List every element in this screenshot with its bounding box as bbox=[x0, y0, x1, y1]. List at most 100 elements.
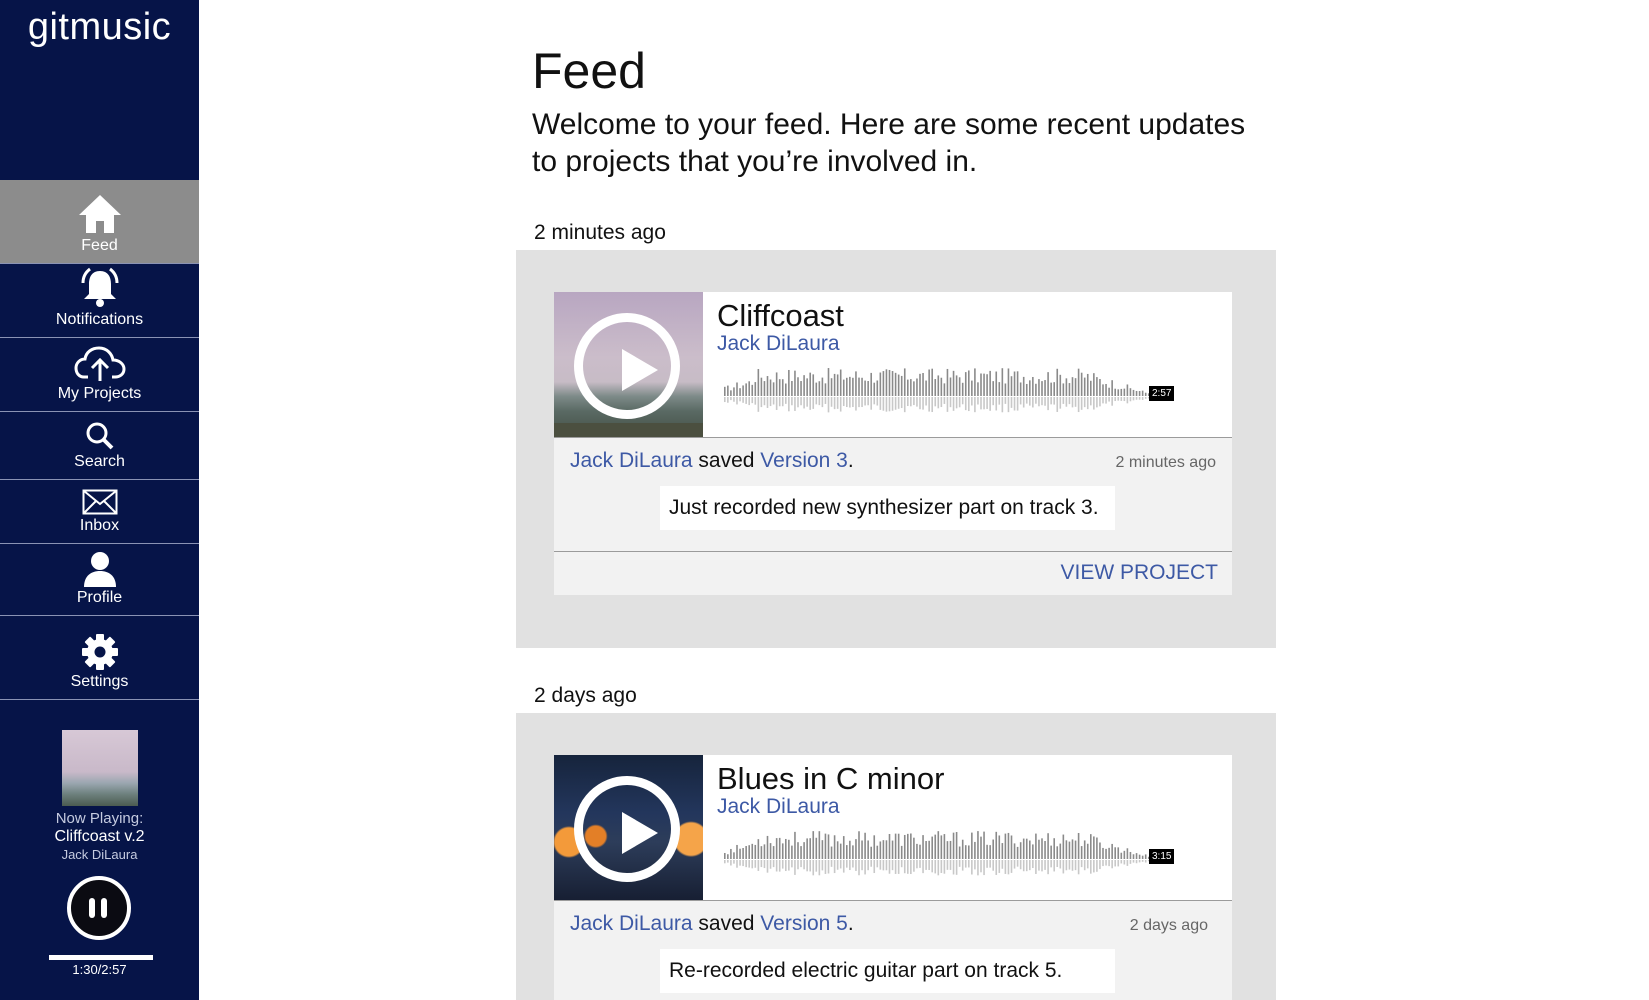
waveform-bar bbox=[846, 377, 848, 396]
waveform-bar bbox=[1111, 380, 1113, 396]
sidebar-item-notifications[interactable]: Notifications bbox=[0, 264, 199, 338]
play-button[interactable] bbox=[574, 313, 680, 419]
waveform-bar bbox=[781, 843, 784, 859]
waveform-bar bbox=[775, 838, 778, 859]
user-link[interactable]: Jack DiLaura bbox=[570, 449, 693, 472]
waveform-bar bbox=[952, 370, 955, 396]
waveform-bar-reflection bbox=[873, 397, 876, 405]
waveform-bar bbox=[1132, 854, 1135, 859]
waveform-bar bbox=[1053, 382, 1055, 396]
waveform-bar bbox=[998, 835, 1001, 859]
waveform-bar bbox=[788, 369, 790, 396]
feed-entry: Cliffcoast Jack DiLaura 2:57 Jack DiLaur… bbox=[516, 250, 1276, 648]
waveform-bar-reflection bbox=[824, 397, 827, 404]
waveform-bar-reflection bbox=[824, 860, 827, 874]
sidebar-item-my-projects[interactable]: My Projects bbox=[0, 338, 199, 412]
waveform-bar-reflection bbox=[992, 397, 994, 406]
waveform[interactable] bbox=[724, 825, 1182, 885]
waveform-bar-reflection bbox=[983, 860, 985, 876]
version-link[interactable]: Version 5 bbox=[760, 912, 848, 935]
waveform-bar-reflection bbox=[1065, 397, 1068, 407]
waveform-bar-reflection bbox=[934, 860, 937, 874]
waveform-bar-reflection bbox=[949, 860, 952, 870]
waveform-bar bbox=[864, 380, 866, 396]
waveform-bar bbox=[769, 843, 772, 859]
waveform-bar-reflection bbox=[873, 860, 876, 874]
waveform-bar-reflection bbox=[974, 860, 976, 870]
waveform-bar bbox=[827, 368, 830, 396]
waveform-bar bbox=[1083, 377, 1086, 396]
waveform-bar bbox=[931, 836, 933, 859]
waveform-bar-reflection bbox=[727, 860, 729, 863]
waveform-bar bbox=[739, 388, 741, 396]
waveform-bar bbox=[1007, 368, 1010, 396]
waveform-bar bbox=[1093, 836, 1095, 859]
waveform-bar bbox=[1062, 383, 1065, 396]
waveform-bar bbox=[913, 837, 915, 859]
sidebar-item-inbox[interactable]: Inbox bbox=[0, 480, 199, 544]
waveform-bar bbox=[861, 840, 863, 859]
view-project-link[interactable]: VIEW PROJECT bbox=[1060, 561, 1218, 585]
waveform-bar bbox=[730, 390, 732, 396]
waveform-bar bbox=[910, 833, 912, 859]
sidebar-item-feed[interactable]: Feed bbox=[0, 180, 199, 264]
waveform-bar-reflection bbox=[778, 397, 781, 407]
waveform-bar-reflection bbox=[775, 397, 778, 410]
sidebar-item-label: Feed bbox=[81, 237, 118, 254]
waveform-bar bbox=[1132, 389, 1135, 396]
waveform-bar bbox=[1050, 382, 1052, 396]
waveform-bar bbox=[806, 838, 808, 859]
sidebar-item-label: Settings bbox=[70, 673, 129, 690]
waveform-bar-reflection bbox=[870, 860, 872, 867]
waveform-bar bbox=[1144, 392, 1147, 396]
waveform-bar bbox=[1056, 846, 1059, 859]
waveform-bar bbox=[724, 852, 726, 859]
waveform-bar bbox=[797, 842, 799, 859]
user-link[interactable]: Jack DiLaura bbox=[570, 912, 693, 935]
waveform-bar-reflection bbox=[934, 397, 937, 407]
waveform-bar bbox=[855, 839, 857, 859]
waveform-bar-reflection bbox=[986, 860, 988, 868]
version-link[interactable]: Version 3 bbox=[760, 449, 848, 472]
sidebar-item-settings[interactable]: Settings bbox=[0, 616, 199, 700]
waveform-bar-reflection bbox=[757, 397, 760, 412]
sidebar-item-profile[interactable]: Profile bbox=[0, 544, 199, 616]
waveform-bar bbox=[949, 377, 952, 396]
waveform-bar bbox=[1059, 843, 1062, 859]
waveform-bar-reflection bbox=[882, 860, 885, 871]
waveform-bar bbox=[1004, 833, 1007, 859]
waveform-bar-reflection bbox=[818, 860, 821, 876]
playback-progress-bar[interactable] bbox=[49, 955, 153, 960]
waveform-bar-reflection bbox=[961, 397, 964, 405]
waveform-bar-reflection bbox=[1029, 397, 1031, 406]
activity-row: Jack DiLaura saved Version 3. 2 minutes … bbox=[554, 438, 1232, 485]
play-button[interactable] bbox=[574, 776, 680, 882]
waveform[interactable] bbox=[724, 362, 1182, 422]
track-artist-link[interactable]: Jack DiLaura bbox=[717, 795, 840, 819]
waveform-bar bbox=[751, 384, 754, 396]
waveform-bar-reflection bbox=[995, 397, 998, 411]
waveform-bar-reflection bbox=[1126, 397, 1129, 404]
waveform-bar-reflection bbox=[751, 397, 754, 404]
waveform-bar bbox=[968, 370, 970, 396]
track-artist-link[interactable]: Jack DiLaura bbox=[717, 332, 840, 356]
pause-button[interactable] bbox=[67, 876, 131, 940]
waveform-bar bbox=[891, 371, 894, 396]
waveform-bar bbox=[968, 845, 970, 859]
waveform-bar-reflection bbox=[891, 860, 894, 871]
waveform-bar-reflection bbox=[772, 860, 775, 868]
waveform-bar bbox=[934, 834, 937, 859]
waveform-bar bbox=[989, 845, 991, 859]
sidebar-item-search[interactable]: Search bbox=[0, 412, 199, 480]
waveform-bar-reflection bbox=[1129, 860, 1132, 864]
waveform-bar-reflection bbox=[1096, 860, 1098, 872]
waveform-bar bbox=[1071, 839, 1074, 859]
waveform-bar bbox=[772, 846, 775, 859]
waveform-bar bbox=[922, 373, 924, 396]
waveform-bar bbox=[1120, 852, 1123, 859]
waveform-bar bbox=[891, 840, 894, 859]
waveform-bar-reflection bbox=[1083, 397, 1086, 408]
waveform-bar-reflection bbox=[916, 397, 918, 407]
waveform-bar-reflection bbox=[919, 397, 921, 410]
waveform-bar-reflection bbox=[1038, 860, 1040, 871]
